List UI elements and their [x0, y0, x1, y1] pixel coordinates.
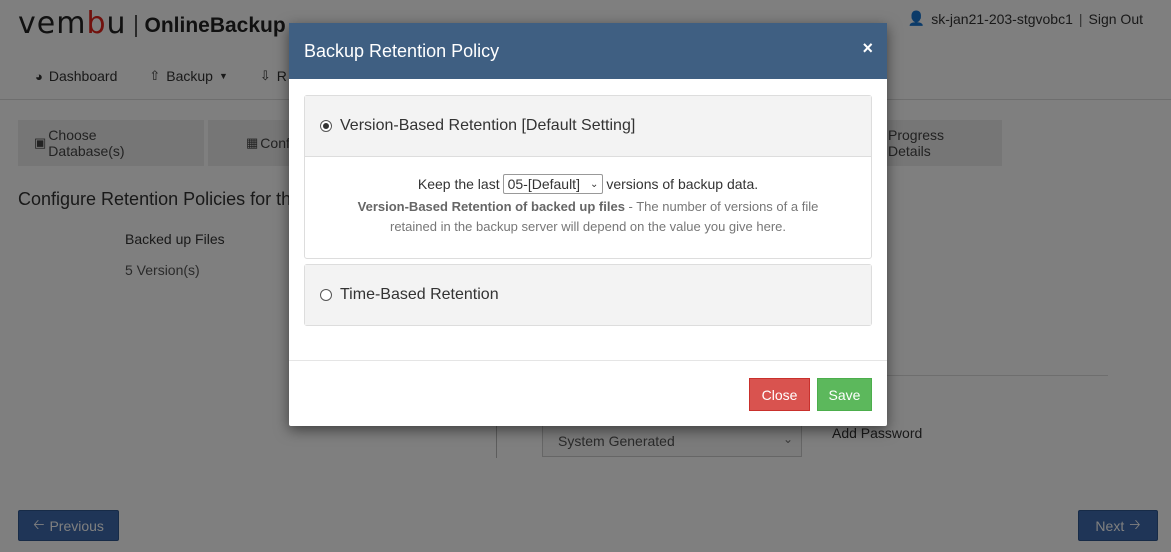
time-based-label: Time-Based Retention [340, 286, 499, 303]
modal-title: Backup Retention Policy [304, 40, 500, 61]
version-based-description: Version-Based Retention of backed up fil… [338, 197, 838, 237]
version-based-option[interactable]: Version-Based Retention [Default Setting… [305, 96, 871, 157]
keep-suffix-text: versions of backup data. [606, 176, 759, 192]
description-bold: Version-Based Retention of backed up fil… [357, 199, 625, 214]
keep-prefix-text: Keep the last [417, 176, 500, 192]
versions-select-value: 05-[Default] [507, 176, 580, 192]
versions-select[interactable]: 05-[Default] ⌄ [502, 174, 604, 194]
version-based-radio[interactable] [320, 120, 332, 132]
version-based-body: Keep the last 05-[Default] ⌄ versions of… [305, 157, 871, 237]
version-based-label: Version-Based Retention [Default Setting… [340, 117, 636, 134]
modal-header: Backup Retention Policy × [289, 23, 887, 79]
keep-versions-row: Keep the last 05-[Default] ⌄ versions of… [305, 174, 871, 194]
version-based-panel: Version-Based Retention [Default Setting… [304, 95, 872, 259]
close-button[interactable]: Close [749, 378, 810, 411]
close-icon[interactable]: × [862, 38, 873, 59]
chevron-down-icon: ⌄ [589, 178, 599, 190]
time-based-radio[interactable] [320, 289, 332, 301]
retention-policy-modal: Backup Retention Policy × Version-Based … [289, 23, 887, 426]
save-button[interactable]: Save [817, 378, 872, 411]
modal-footer: Close Save [289, 360, 887, 426]
time-based-option[interactable]: Time-Based Retention [305, 265, 871, 325]
time-based-panel: Time-Based Retention [304, 264, 872, 326]
